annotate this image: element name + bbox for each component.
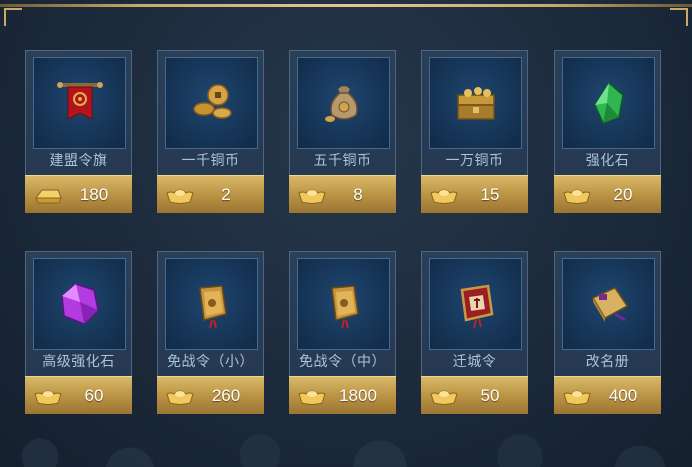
price-bar: 1800 (289, 376, 396, 414)
item-image (429, 57, 522, 149)
item-image (33, 57, 126, 149)
item-price: 50 (480, 386, 500, 405)
item-price: 400 (608, 386, 638, 405)
item-name: 建盟令旗 (49, 153, 108, 169)
item-price: 2 (221, 185, 231, 204)
treasure-chest-icon (456, 87, 495, 120)
item-image (165, 258, 258, 350)
shop-item-10000-copper[interactable]: 一万铜币 15 (421, 50, 528, 213)
shop-item-upgrade-stone[interactable]: 强化石 20 (554, 50, 661, 213)
green-gem-icon (593, 81, 624, 124)
gold-ingot-icon (298, 189, 326, 204)
purple-gem-icon (60, 283, 99, 325)
item-image (562, 57, 655, 149)
item-name: 五千铜币 (313, 153, 372, 169)
gold-ingot-icon (166, 189, 194, 204)
item-name: 强化石 (585, 153, 630, 169)
gold-ingot-icon (563, 390, 591, 405)
shop-item-5000-copper[interactable]: 五千铜币 8 (289, 50, 396, 213)
item-name: 迁城令 (452, 354, 497, 370)
item-price: 60 (84, 386, 104, 405)
item-image (165, 57, 258, 149)
item-name: 一万铜币 (445, 153, 504, 169)
shop-item-1000-copper[interactable]: 一千铜币 2 (157, 50, 264, 213)
gold-ingot-icon (298, 390, 326, 405)
item-price: 260 (211, 386, 241, 405)
gold-ingot-icon (34, 390, 62, 405)
item-name: 免战令（小） (167, 354, 254, 370)
copper-coins-icon (192, 84, 232, 119)
gold-ingot-icon (563, 189, 591, 204)
item-image (297, 57, 390, 149)
shop-item-rename-book[interactable]: 改名册 400 (554, 251, 661, 414)
price-bar: 2 (157, 175, 264, 213)
price-bar: 260 (157, 376, 264, 414)
item-price: 15 (480, 185, 500, 204)
shop-item-guild-banner[interactable]: 建盟令旗 180 (25, 50, 132, 213)
price-bar: 400 (554, 376, 661, 414)
truce-token-medium-icon (330, 285, 359, 329)
guild-banner-icon (56, 82, 103, 120)
price-bar: 60 (25, 376, 132, 414)
item-name: 免战令（中） (299, 354, 386, 370)
rename-book-icon (591, 287, 628, 322)
coin-bag-icon (324, 86, 358, 122)
gold-bar-icon (35, 189, 62, 204)
price-bar: 50 (421, 376, 528, 414)
item-price: 180 (79, 185, 109, 204)
item-image (562, 258, 655, 350)
price-bar: 20 (554, 175, 661, 213)
item-image (297, 258, 390, 350)
gold-ingot-icon (166, 390, 194, 405)
price-bar: 15 (421, 175, 528, 213)
truce-token-small-icon (198, 285, 227, 329)
item-image (33, 258, 126, 350)
price-bar: 180 (25, 175, 132, 213)
shop-item-truce-token-medium[interactable]: 免战令（中） 1800 (289, 251, 396, 414)
item-name: 改名册 (585, 354, 630, 370)
gold-ingot-icon (430, 189, 458, 204)
item-name: 高级强化石 (42, 354, 115, 370)
item-image (429, 258, 522, 350)
gold-ingot-icon (430, 390, 458, 405)
item-price: 8 (353, 185, 363, 204)
item-price: 20 (613, 185, 633, 204)
shop-item-grid: 建盟令旗 180 一千铜币 2 五千铜币 8 一万铜币 15 强化石 20 高级… (0, 0, 692, 467)
shop-item-relocation-token[interactable]: 迁城令 50 (421, 251, 528, 414)
item-price: 1800 (339, 386, 377, 405)
shop-item-truce-token-small[interactable]: 免战令（小） 260 (157, 251, 264, 414)
item-name: 一千铜币 (181, 153, 240, 169)
price-bar: 8 (289, 175, 396, 213)
relocation-token-icon (460, 284, 493, 329)
shop-item-advanced-upgrade-stone[interactable]: 高级强化石 60 (25, 251, 132, 414)
